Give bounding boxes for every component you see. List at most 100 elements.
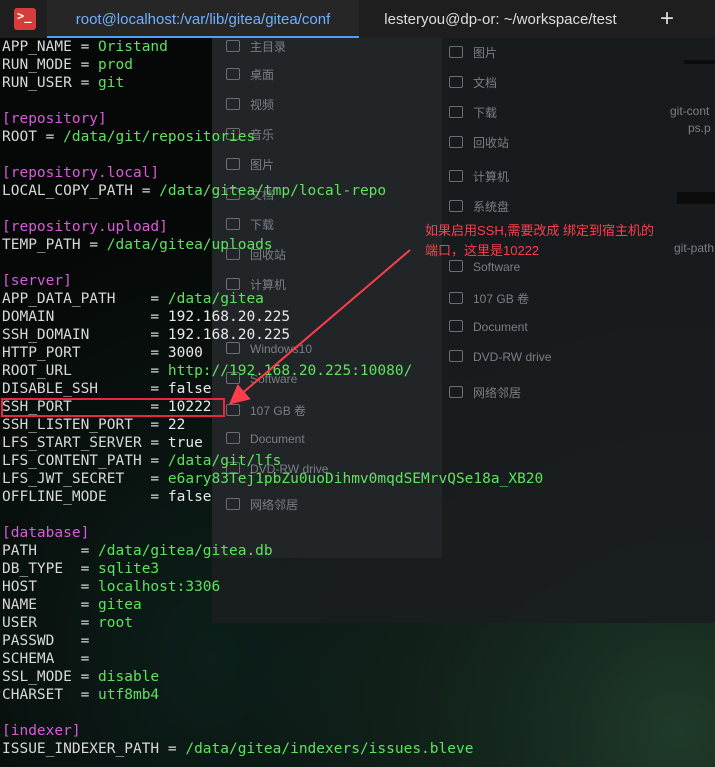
config-key: SSH_LISTEN_PORT <box>2 417 151 433</box>
equals-sign: = <box>80 561 99 577</box>
config-value: /data/gitea/tmp/local-repo <box>159 183 387 199</box>
config-line: ISSUE_INDEXER_PATH = /data/gitea/indexer… <box>2 740 473 758</box>
config-line: PASSWD = <box>2 632 98 650</box>
equals-sign: = <box>150 471 168 487</box>
config-key: LFS_START_SERVER <box>2 435 151 451</box>
config-key: OFFLINE_MODE <box>2 489 151 505</box>
config-value: root <box>98 615 133 631</box>
config-value: false <box>167 381 212 397</box>
equals-sign: = <box>141 183 160 199</box>
equals-sign: = <box>80 57 99 73</box>
config-key: SSH_DOMAIN <box>2 327 151 343</box>
config-line: SSL_MODE = disable <box>2 668 159 686</box>
equals-sign: = <box>80 543 99 559</box>
equals-sign: = <box>80 39 99 55</box>
config-value: disable <box>98 669 160 685</box>
config-key: NAME <box>2 597 81 613</box>
config-key: LFS_CONTENT_PATH <box>2 453 151 469</box>
config-value: 3000 <box>167 345 203 361</box>
config-line: DOMAIN = 192.168.20.225 <box>2 308 290 326</box>
equals-sign: = <box>150 291 168 307</box>
config-value: git <box>98 75 125 91</box>
config-value: 22 <box>167 417 186 433</box>
config-key: HTTP_PORT <box>2 345 151 361</box>
section-name: [repository.upload] <box>2 219 168 235</box>
section-name: [indexer] <box>2 723 81 739</box>
config-line: SSH_LISTEN_PORT = 22 <box>2 416 185 434</box>
config-line: LFS_START_SERVER = true <box>2 434 203 452</box>
config-value: prod <box>98 57 133 73</box>
config-key: CHARSET <box>2 687 81 703</box>
equals-sign: = <box>150 435 168 451</box>
config-value: gitea <box>98 597 142 613</box>
config-key: APP_NAME <box>2 39 81 55</box>
config-key: TEMP_PATH <box>2 237 90 253</box>
new-tab-button[interactable]: + <box>642 0 692 38</box>
config-value: /data/gitea/uploads <box>106 237 273 253</box>
config-line: LOCAL_COPY_PATH = /data/gitea/tmp/local-… <box>2 182 386 200</box>
tab-root-gitea-conf[interactable]: root@localhost:/var/lib/gitea/gitea/conf <box>47 0 359 38</box>
tab-lesteryou-workspace[interactable]: lesteryou@dp-or: ~/workspace/test <box>359 0 642 38</box>
config-line: ROOT = /data/git/repositories <box>2 128 255 146</box>
config-line: OFFLINE_MODE = false <box>2 488 212 506</box>
config-value: sqlite3 <box>98 561 160 577</box>
section-name: [repository.local] <box>2 165 160 181</box>
tab-label: root@localhost:/var/lib/gitea/gitea/conf <box>75 10 331 28</box>
tab-bar: >_ root@localhost:/var/lib/gitea/gitea/c… <box>0 0 715 38</box>
config-key: LOCAL_COPY_PATH <box>2 183 142 199</box>
config-key: PASSWD <box>2 633 81 649</box>
config-value: e6ary83Tej1pbZu0uoDihmv0mqdSEMrvQSe18a_X… <box>167 471 544 487</box>
config-value: 192.168.20.225 <box>167 309 291 325</box>
config-value: /data/gitea <box>167 291 264 307</box>
equals-sign: = <box>80 597 99 613</box>
config-value: true <box>167 435 203 451</box>
config-line: RUN_MODE = prod <box>2 56 133 74</box>
config-key: APP_DATA_PATH <box>2 291 151 307</box>
config-key: HOST <box>2 579 81 595</box>
config-key: ISSUE_INDEXER_PATH <box>2 741 168 757</box>
config-key: DB_TYPE <box>2 561 81 577</box>
config-line: APP_NAME = Oristand <box>2 38 168 56</box>
config-section-header: [indexer] <box>2 722 81 740</box>
equals-sign: = <box>80 633 99 649</box>
equals-sign: = <box>150 417 168 433</box>
config-value: /data/gitea/indexers/issues.bleve <box>185 741 474 757</box>
config-line: LFS_JWT_SECRET = e6ary83Tej1pbZu0uoDihmv… <box>2 470 543 488</box>
config-line: HOST = localhost:3306 <box>2 578 220 596</box>
config-line: LFS_CONTENT_PATH = /data/git/lfs <box>2 452 281 470</box>
config-section-header: [database] <box>2 524 89 542</box>
config-key: LFS_JWT_SECRET <box>2 471 151 487</box>
terminal-icon[interactable]: >_ <box>14 8 36 30</box>
equals-sign: = <box>150 363 168 379</box>
config-line: USER = root <box>2 614 133 632</box>
config-key: RUN_USER <box>2 75 81 91</box>
config-key: SCHEMA <box>2 651 81 667</box>
config-line: NAME = gitea <box>2 596 142 614</box>
config-value: Oristand <box>98 39 168 55</box>
plus-icon: + <box>659 5 674 32</box>
equals-sign: = <box>167 741 186 757</box>
config-line: HTTP_PORT = 3000 <box>2 344 203 362</box>
config-value: localhost:3306 <box>98 579 221 595</box>
equals-sign: = <box>45 129 64 145</box>
config-value: http://192.168.20.225:10080/ <box>167 363 413 379</box>
config-key: ROOT_URL <box>2 363 151 379</box>
config-key: RUN_MODE <box>2 57 81 73</box>
equals-sign: = <box>150 453 168 469</box>
equals-sign: = <box>150 345 168 361</box>
config-line: APP_DATA_PATH = /data/gitea <box>2 290 264 308</box>
ssh-port-highlight-box <box>1 398 225 417</box>
config-value: /data/git/lfs <box>167 453 282 469</box>
config-key: SSL_MODE <box>2 669 81 685</box>
equals-sign: = <box>80 75 99 91</box>
config-section-header: [server] <box>2 272 72 290</box>
config-value: false <box>167 489 212 505</box>
config-line: SSH_DOMAIN = 192.168.20.225 <box>2 326 290 344</box>
terminal-icon-glyph: >_ <box>17 9 32 23</box>
config-section-header: [repository.local] <box>2 164 159 182</box>
config-key: ROOT <box>2 129 46 145</box>
equals-sign: = <box>150 381 168 397</box>
config-value: /data/gitea/gitea.db <box>98 543 273 559</box>
config-line: PATH = /data/gitea/gitea.db <box>2 542 273 560</box>
config-line: DISABLE_SSH = false <box>2 380 212 398</box>
